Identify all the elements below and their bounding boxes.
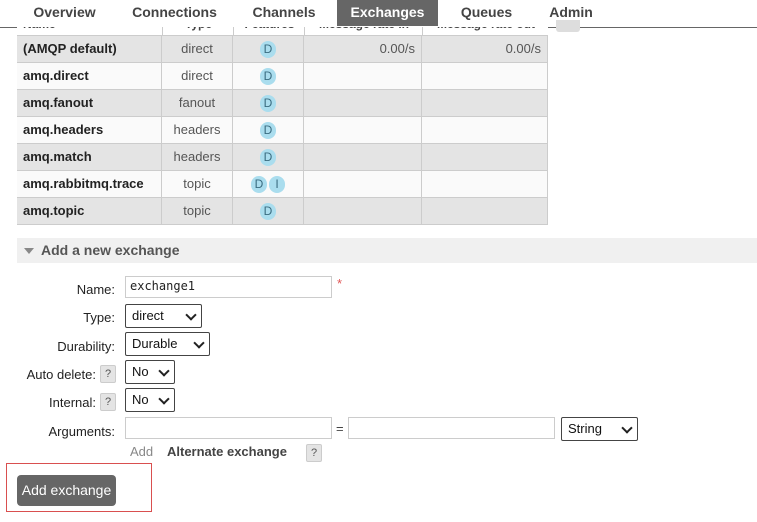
exchange-features: D [233, 144, 304, 171]
internal-selected-value: No [132, 392, 149, 407]
argument-value-input[interactable] [348, 417, 555, 439]
argument-type-selected-value: String [568, 421, 602, 436]
auto-delete-label: Auto delete: [26, 367, 96, 382]
tab-overview[interactable]: Overview [17, 0, 112, 26]
exchange-type: topic [162, 171, 233, 198]
exchange-name[interactable]: amq.rabbitmq.trace [17, 171, 162, 198]
rate-in [304, 171, 422, 198]
exchange-features: DI [233, 171, 304, 198]
exchange-name[interactable]: amq.headers [17, 117, 162, 144]
rate-out [422, 144, 548, 171]
exchange-name[interactable]: (AMQP default) [17, 36, 162, 63]
exchange-name-input[interactable]: exchange1 [125, 276, 332, 298]
durable-badge: D [260, 68, 276, 86]
durable-badge: D [260, 203, 276, 221]
table-row[interactable]: amq.fanout fanout D [17, 89, 548, 117]
tab-channels[interactable]: Channels [237, 0, 331, 26]
type-selected-value: direct [132, 308, 164, 323]
internal-badge: I [269, 176, 285, 194]
table-row[interactable]: (AMQP default) direct D 0.00/s 0.00/s [17, 35, 548, 63]
durable-badge: D [260, 149, 276, 167]
exchange-type: topic [162, 198, 233, 225]
type-select[interactable]: direct [125, 304, 202, 328]
rate-out: 0.00/s [422, 36, 548, 63]
table-row[interactable]: amq.match headers D [17, 143, 548, 171]
exchange-name[interactable]: amq.fanout [17, 90, 162, 117]
name-label: Name: [76, 282, 115, 297]
exchange-type: fanout [162, 90, 233, 117]
exchange-name[interactable]: amq.topic [17, 198, 162, 225]
rate-out [422, 117, 548, 144]
table-row[interactable]: amq.rabbitmq.trace topic DI [17, 170, 548, 198]
exchange-features: D [233, 198, 304, 225]
chevron-down-icon [193, 337, 205, 349]
durability-select[interactable]: Durable [125, 332, 210, 356]
alternate-exchange-help-icon[interactable]: ? [306, 444, 322, 462]
rate-in [304, 90, 422, 117]
chevron-down-icon [158, 393, 170, 405]
exchange-type: direct [162, 36, 233, 63]
chevron-down-icon [185, 309, 197, 321]
exchange-name[interactable]: amq.direct [17, 63, 162, 90]
exchange-type: headers [162, 117, 233, 144]
table-bottom-border [17, 224, 548, 225]
tab-exchanges[interactable]: Exchanges [337, 0, 438, 26]
internal-help-icon[interactable]: ? [100, 393, 116, 411]
rate-in [304, 63, 422, 90]
exchange-features: D [233, 63, 304, 90]
durable-badge: D [251, 176, 267, 194]
main-nav: Overview Connections Channels Exchanges … [0, 0, 757, 28]
section-title: Add a new exchange [41, 242, 180, 258]
required-indicator: * [337, 276, 343, 291]
exchange-features: D [233, 90, 304, 117]
arguments-equals: = [336, 421, 344, 436]
exchange-name[interactable]: amq.match [17, 144, 162, 171]
argument-key-input[interactable] [125, 417, 332, 439]
add-exchange-section-toggle[interactable]: Add a new exchange [17, 238, 757, 263]
argument-type-select[interactable]: String [561, 417, 638, 441]
chevron-down-icon [621, 422, 633, 434]
tab-connections[interactable]: Connections [118, 0, 231, 26]
exchange-features: D [233, 117, 304, 144]
exchange-features: D [233, 36, 304, 63]
rate-in: 0.00/s [304, 36, 422, 63]
rate-in [304, 198, 422, 225]
durable-badge: D [260, 41, 276, 59]
arguments-label: Arguments: [48, 424, 115, 439]
table-row[interactable]: amq.headers headers D [17, 116, 548, 144]
tab-queues[interactable]: Queues [444, 0, 529, 26]
rate-in [304, 117, 422, 144]
rate-out [422, 198, 548, 225]
table-row[interactable]: amq.direct direct D [17, 62, 548, 90]
exchanges-table: Name Type Features Message rate in Messa… [17, 27, 548, 225]
durable-badge: D [260, 95, 276, 113]
exchange-type: direct [162, 63, 233, 90]
auto-delete-selected-value: No [132, 364, 149, 379]
rate-out [422, 171, 548, 198]
chevron-down-icon [158, 365, 170, 377]
table-row[interactable]: amq.topic topic D [17, 197, 548, 225]
durable-badge: D [260, 122, 276, 140]
durability-selected-value: Durable [132, 336, 178, 351]
rate-in [304, 144, 422, 171]
internal-label: Internal: [49, 395, 96, 410]
auto-delete-select[interactable]: No [125, 360, 175, 384]
type-label: Type: [83, 310, 115, 325]
alternate-exchange-link[interactable]: Alternate exchange [167, 444, 287, 459]
collapse-triangle-icon [24, 248, 34, 254]
column-options-toggle[interactable] [556, 20, 580, 32]
internal-select[interactable]: No [125, 388, 175, 412]
exchange-type: headers [162, 144, 233, 171]
rate-out [422, 63, 548, 90]
add-exchange-button[interactable]: Add exchange [17, 475, 116, 506]
auto-delete-help-icon[interactable]: ? [100, 365, 116, 383]
durability-label: Durability: [57, 339, 115, 354]
rate-out [422, 90, 548, 117]
add-argument-link[interactable]: Add [130, 444, 153, 459]
